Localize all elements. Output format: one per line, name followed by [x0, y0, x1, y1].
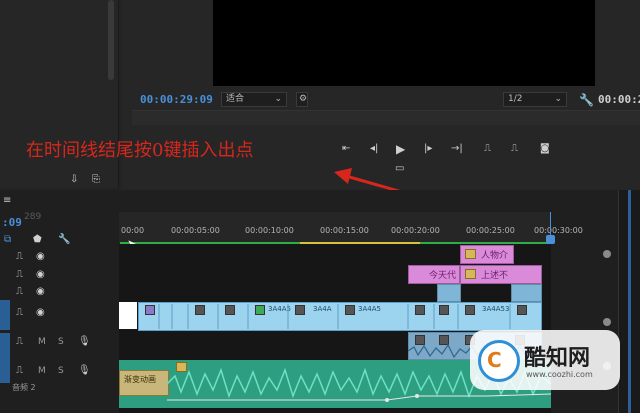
fit-select-value: 适合 — [226, 94, 245, 104]
track-target-a1[interactable] — [0, 333, 10, 383]
ruler-tick: 00:00:30:00 — [534, 226, 583, 235]
ruler-tick: 00:00:10:00 — [245, 226, 294, 235]
timeline-timecode[interactable]: :09 — [2, 216, 22, 229]
watermark-logo-icon: C — [478, 340, 520, 382]
solo-button[interactable]: S — [58, 366, 64, 376]
ruler-tick: 00:00:20:00 — [391, 226, 440, 235]
clip-label: 人物介 — [481, 251, 509, 261]
step-back-icon[interactable]: ◂| — [370, 143, 378, 154]
track-output-icon[interactable]: ⎍ — [16, 365, 23, 376]
new-item-icon[interactable]: ⎘ — [92, 174, 100, 185]
chevron-down-icon: ⌄ — [274, 94, 282, 104]
audio-track-label: 音频 2 — [12, 383, 36, 392]
title-clip[interactable]: 今天代 — [408, 265, 460, 284]
filter-icon[interactable]: ⇩ — [70, 174, 78, 185]
resolution-select[interactable]: 1/2 ⌄ — [503, 92, 567, 107]
watermark-name: 酷知网 — [524, 345, 591, 371]
export-frame-icon[interactable]: ◙ — [540, 143, 550, 154]
annotation-text: 在时间线结尾按0键插入出点 — [26, 140, 254, 161]
lift-icon[interactable]: ⎍ — [484, 143, 491, 154]
watermark-badge: C 酷知网 www.coozhi.com — [470, 330, 620, 390]
microphone-icon[interactable]: 🎙 — [78, 336, 91, 347]
chevron-down-icon: ⌄ — [554, 94, 562, 104]
graphic-clip[interactable] — [437, 284, 461, 302]
clip-dividers — [158, 304, 511, 329]
marker-icon[interactable]: ⬟ — [33, 234, 42, 245]
go-to-out-icon[interactable]: →| — [451, 143, 463, 154]
eye-icon[interactable]: ◉ — [36, 286, 45, 297]
track-output-icon[interactable]: ⎍ — [16, 307, 23, 318]
audio-clip-label-box[interactable]: 渐变动画 — [119, 370, 169, 396]
resolution-value: 1/2 — [508, 94, 523, 104]
track-output-icon[interactable]: ⎍ — [16, 251, 23, 262]
program-duration: 00:00:2 — [598, 93, 640, 106]
clip-label: 渐变动画 — [124, 375, 156, 384]
wrench-icon[interactable]: 🔧 — [579, 93, 594, 107]
play-icon[interactable]: ▶ — [396, 142, 405, 156]
clip-label: 今天代 — [429, 271, 457, 281]
fit-select[interactable]: 适合 ⌄ — [221, 92, 287, 107]
eye-icon[interactable]: ◉ — [36, 269, 45, 280]
program-video-frame — [213, 0, 595, 86]
program-timecode[interactable]: 00:00:29:09 — [140, 93, 213, 106]
track-output-icon[interactable]: ⎍ — [16, 286, 23, 297]
eye-icon[interactable]: ◉ — [36, 251, 45, 262]
program-ruler[interactable] — [132, 110, 640, 125]
extract-icon[interactable]: ⎍ — [511, 143, 518, 154]
wrench-icon[interactable]: 🔧 — [58, 234, 70, 245]
snap-icon[interactable]: ⧉ — [4, 234, 11, 245]
mark-out-icon[interactable]: ⇤ — [342, 143, 350, 154]
fx-badge — [465, 249, 476, 259]
track-output-icon[interactable]: ⎍ — [16, 336, 23, 347]
solo-button[interactable]: S — [58, 337, 64, 347]
panel-border — [628, 190, 631, 413]
title-clip[interactable]: 人物介 — [460, 245, 514, 264]
fx-badge — [465, 269, 476, 279]
track-target-v1[interactable] — [0, 300, 10, 330]
ruler-tick: 00:00:15:00 — [320, 226, 369, 235]
settings-icon[interactable]: ⚙ — [296, 92, 308, 107]
watermark-logo-mark: C — [487, 348, 502, 372]
menu-icon[interactable]: ≡ — [3, 195, 11, 206]
mute-button[interactable]: M — [38, 337, 46, 347]
eye-icon[interactable]: ◉ — [36, 307, 45, 318]
project-panel-scrollbar[interactable] — [108, 0, 114, 80]
mute-button[interactable]: M — [38, 366, 46, 376]
ruler-tick: 00:00:05:00 — [171, 226, 220, 235]
ruler-tick: 00:00:25:00 — [466, 226, 515, 235]
ghost-timecode: 289 — [24, 212, 42, 222]
white-clip[interactable] — [119, 302, 137, 329]
track-output-icon[interactable]: ⎍ — [16, 269, 23, 280]
graphic-clip[interactable] — [511, 284, 542, 302]
microphone-icon[interactable]: 🎙 — [78, 365, 91, 376]
watermark-url: www.coozhi.com — [526, 370, 593, 379]
scroll-knob[interactable] — [603, 318, 611, 326]
scroll-knob[interactable] — [603, 250, 611, 258]
step-forward-icon[interactable]: |▸ — [424, 143, 432, 154]
ruler-tick: 00:00 — [121, 226, 145, 235]
clip-label: 上述不 — [481, 271, 509, 281]
title-clip[interactable]: 上述不 — [460, 265, 542, 284]
